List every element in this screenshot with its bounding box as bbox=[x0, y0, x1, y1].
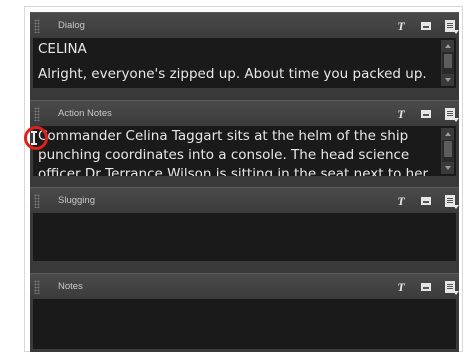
document-menu-icon[interactable] bbox=[445, 108, 459, 122]
cursor-highlight-ring bbox=[24, 126, 48, 150]
panel-title: Slugging bbox=[58, 195, 95, 206]
slugging-text-area[interactable] bbox=[33, 213, 456, 261]
dialog-panel: Dialog T CELINA Alright, everyone's zipp… bbox=[30, 12, 459, 98]
xsheet-panel-stack: Dialog T CELINA Alright, everyone's zipp… bbox=[30, 12, 459, 352]
document-menu-icon[interactable] bbox=[445, 20, 459, 34]
scroll-up-icon[interactable] bbox=[442, 40, 454, 52]
text-format-icon[interactable]: T bbox=[395, 107, 407, 122]
notes-panel: Notes T bbox=[30, 273, 459, 352]
text-format-icon[interactable]: T bbox=[395, 280, 407, 295]
action-notes-text-area[interactable]: Commander Celina Taggart sits at the hel… bbox=[33, 126, 456, 176]
drag-grip-icon[interactable] bbox=[34, 194, 40, 208]
dialog-character: CELINA bbox=[38, 41, 87, 57]
action-notes-panel-header[interactable]: Action Notes T bbox=[30, 100, 459, 126]
window-icon[interactable] bbox=[421, 22, 431, 30]
window-icon[interactable] bbox=[421, 283, 431, 291]
action-note-line: punching coordinates into a console. The… bbox=[38, 147, 410, 163]
scroll-thumb[interactable] bbox=[444, 141, 452, 157]
panel-title: Notes bbox=[58, 281, 83, 292]
slugging-panel-header[interactable]: Slugging T bbox=[30, 187, 459, 213]
scroll-down-icon[interactable] bbox=[442, 162, 454, 174]
document-menu-icon[interactable] bbox=[445, 281, 459, 295]
dialog-text-area[interactable]: CELINA Alright, everyone's zipped up. Ab… bbox=[33, 38, 456, 88]
window-icon[interactable] bbox=[421, 110, 431, 118]
panel-title: Action Notes bbox=[58, 108, 112, 119]
text-ibeam-icon bbox=[31, 131, 37, 145]
window-icon[interactable] bbox=[421, 197, 431, 205]
scroll-down-icon[interactable] bbox=[442, 74, 454, 86]
document-menu-icon[interactable] bbox=[445, 195, 459, 209]
scroll-thumb[interactable] bbox=[444, 54, 452, 68]
dialog-scrollbar[interactable] bbox=[441, 40, 454, 86]
dialog-panel-header[interactable]: Dialog T bbox=[30, 12, 459, 38]
panel-title: Dialog bbox=[58, 20, 85, 31]
action-notes-panel: Action Notes T Commander Celina Taggart … bbox=[30, 100, 459, 186]
action-notes-scrollbar[interactable] bbox=[441, 128, 454, 174]
slugging-panel: Slugging T bbox=[30, 187, 459, 265]
notes-panel-header[interactable]: Notes T bbox=[30, 273, 459, 299]
text-format-icon[interactable]: T bbox=[395, 19, 407, 34]
drag-grip-icon[interactable] bbox=[34, 280, 40, 294]
drag-grip-icon[interactable] bbox=[34, 19, 40, 33]
scroll-up-icon[interactable] bbox=[442, 128, 454, 140]
notes-text-area[interactable] bbox=[33, 299, 456, 349]
action-note-line: Commander Celina Taggart sits at the hel… bbox=[38, 128, 409, 144]
text-format-icon[interactable]: T bbox=[395, 194, 407, 209]
action-note-line: officer Dr Terrance Wilson is sitting in… bbox=[38, 166, 432, 176]
drag-grip-icon[interactable] bbox=[34, 107, 40, 121]
dialog-line: Alright, everyone's zipped up. About tim… bbox=[38, 66, 427, 82]
